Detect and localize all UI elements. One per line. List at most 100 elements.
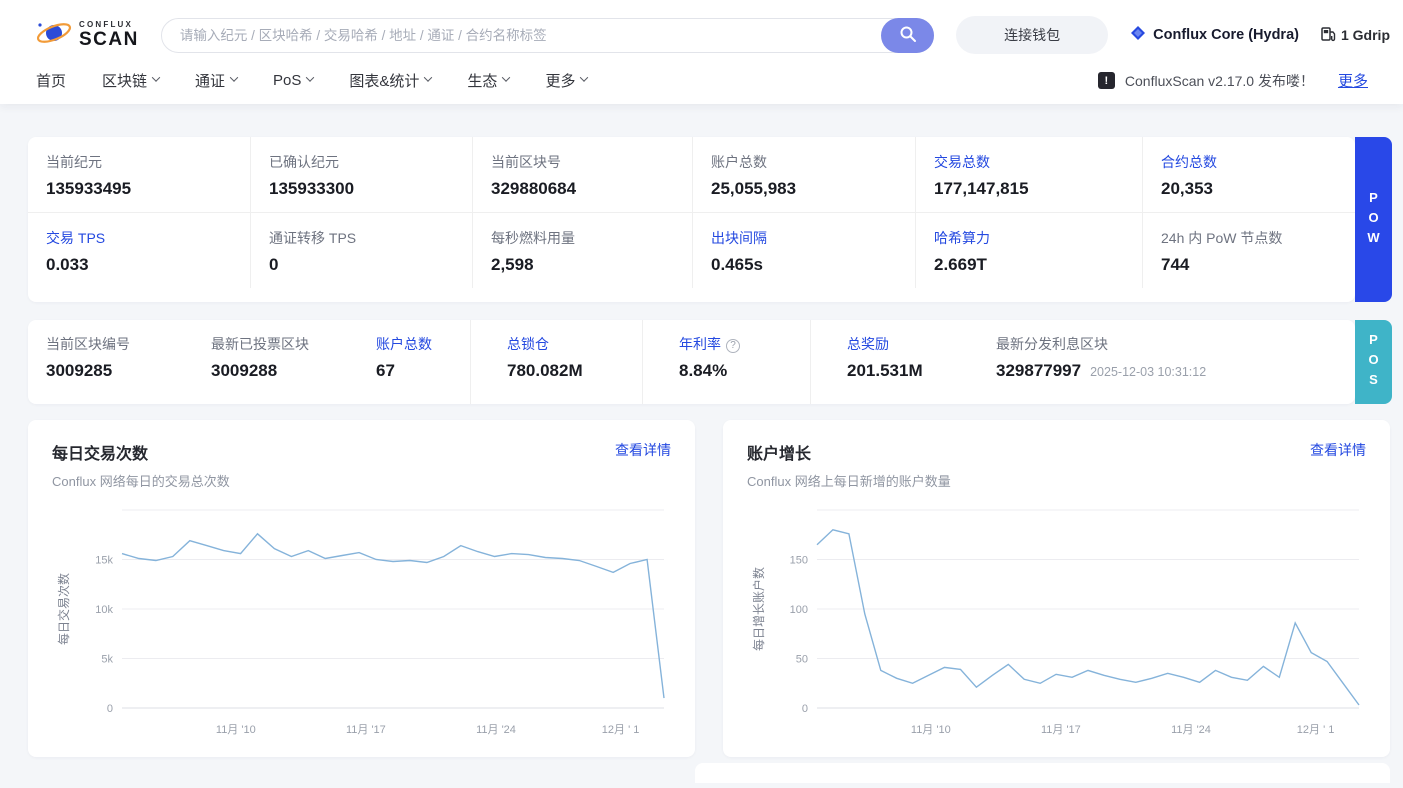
stat-confirmed-epoch: 已确认纪元 135933300 [250, 137, 472, 212]
chart-title: 账户增长 [747, 440, 951, 464]
stat-block-interval: 出块间隔 0.465s [692, 213, 915, 288]
stat-label-link[interactable]: 年利率? [679, 334, 802, 354]
pow-stats-row-2: 交易 TPS 0.033 通证转移 TPS 0 每秒燃料用量 2,598 出块间… [28, 212, 1355, 288]
stat-pos-latest-interest-block: 最新分发利息区块 3298779972025-12-03 10:31:12 [978, 320, 1355, 404]
nav-item-label: 生态 [467, 70, 497, 91]
nav-item-label: 首页 [36, 70, 66, 91]
pow-tab[interactable]: POW [1355, 137, 1392, 302]
svg-text:100: 100 [790, 604, 808, 616]
stat-value: 0.465s [711, 255, 907, 275]
stat-pos-latest-voted-block: 最新已投票区块 3009288 [193, 320, 358, 404]
stat-label-link[interactable]: 出块间隔 [711, 228, 907, 248]
pos-stats-card: 当前区块编号 3009285 最新已投票区块 3009288 账户总数 67 总… [28, 320, 1355, 404]
stat-value: 2,598 [491, 255, 684, 275]
logo-planet-icon [33, 17, 73, 54]
stat-total-transactions: 交易总数 177,147,815 [915, 137, 1142, 212]
account-growth-line-chart: 05010015011月 '1011月 '1711月 '2412月 ' 1每日增… [747, 498, 1366, 753]
stat-label-link[interactable]: 交易 TPS [46, 228, 242, 248]
stat-label-link[interactable]: 合约总数 [1161, 152, 1347, 172]
stat-label-link[interactable]: 总锁仓 [507, 334, 634, 354]
nav-item-more[interactable]: 更多 [545, 70, 587, 91]
stat-value: 20,353 [1161, 179, 1347, 199]
stat-value: 67 [376, 361, 462, 381]
svg-text:每日增长账户数: 每日增长账户数 [751, 567, 766, 651]
nav-item-charts-statistics[interactable]: 图表&统计 [349, 70, 431, 91]
svg-text:0: 0 [107, 703, 113, 715]
account-growth-chart-card: 账户增长 Conflux 网络上每日新增的账户数量 查看详情 050100150… [723, 420, 1390, 757]
stat-value: 0.033 [46, 255, 242, 275]
stat-label: 当前区块号 [491, 152, 684, 172]
stat-value: 3298779972025-12-03 10:31:12 [996, 361, 1347, 381]
gas-price[interactable]: 1 Gdrip [1321, 26, 1390, 45]
daily-transactions-line-chart: 05k10k15k11月 '1011月 '1711月 '2412月 ' 1每日交… [52, 498, 671, 753]
nav-item-ecosystem[interactable]: 生态 [467, 70, 509, 91]
info-icon: ? [726, 339, 740, 353]
stat-value: 744 [1161, 255, 1347, 275]
stat-value: 3009285 [46, 361, 185, 381]
view-details-link[interactable]: 查看详情 [1310, 440, 1366, 460]
svg-text:11月 '24: 11月 '24 [476, 724, 516, 736]
stat-token-transfer-tps: 通证转移 TPS 0 [250, 213, 472, 288]
stat-value: 135933495 [46, 179, 242, 199]
stat-pow-nodes-24h: 24h 内 PoW 节点数 744 [1142, 213, 1355, 288]
stat-value: 329880684 [491, 179, 684, 199]
connect-wallet-button[interactable]: 连接钱包 [956, 16, 1108, 54]
logo[interactable]: CONFLUX SCAN [33, 17, 139, 54]
nav-menu: 首页 区块链 通证 PoS 图表&统计 生态 更多 [36, 70, 587, 91]
stat-label: 最新已投票区块 [211, 334, 350, 354]
search-input[interactable] [161, 18, 934, 53]
stat-label-text: 年利率 [679, 336, 721, 352]
stat-label: 当前区块编号 [46, 334, 185, 354]
chart-header: 每日交易次数 Conflux 网络每日的交易总次数 查看详情 [52, 440, 671, 490]
stat-pos-current-block: 当前区块编号 3009285 [28, 320, 193, 404]
chart-subtitle: Conflux 网络每日的交易总次数 [52, 471, 230, 490]
network-name: Conflux Core (Hydra) [1153, 27, 1299, 43]
search-button[interactable] [881, 18, 934, 53]
svg-text:12月 ' 1: 12月 ' 1 [602, 724, 640, 736]
stat-value: 0 [269, 255, 464, 275]
stat-label-link[interactable]: 账户总数 [376, 334, 462, 354]
chevron-down-icon [580, 73, 588, 81]
announcement-more-link[interactable]: 更多 [1338, 70, 1368, 91]
nav-item-pos[interactable]: PoS [273, 72, 313, 89]
pow-stats-card: 当前纪元 135933495 已确认纪元 135933300 当前区块号 329… [28, 137, 1355, 302]
network-selector[interactable]: Conflux Core (Hydra) [1130, 25, 1299, 45]
stat-label: 24h 内 PoW 节点数 [1161, 228, 1347, 248]
logo-text-bottom: SCAN [79, 30, 139, 49]
stat-value: 780.082M [507, 361, 634, 381]
stat-label: 账户总数 [711, 152, 907, 172]
stat-total-accounts: 账户总数 25,055,983 [692, 137, 915, 212]
network-gem-icon [1130, 25, 1146, 45]
view-details-link[interactable]: 查看详情 [615, 440, 671, 460]
nav-item-home[interactable]: 首页 [36, 70, 66, 91]
stat-label-link[interactable]: 哈希算力 [934, 228, 1134, 248]
pow-section: 当前纪元 135933495 已确认纪元 135933300 当前区块号 329… [28, 137, 1392, 302]
nav-item-tokens[interactable]: 通证 [195, 70, 237, 91]
stat-value: 2.669T [934, 255, 1134, 275]
chevron-down-icon [230, 73, 238, 81]
chart-title: 每日交易次数 [52, 440, 230, 464]
logo-text-top: CONFLUX [79, 21, 139, 29]
stat-current-block-number: 当前区块号 329880684 [472, 137, 692, 212]
chevron-down-icon [152, 73, 160, 81]
nav-item-label: 图表&统计 [349, 70, 419, 91]
pos-tab[interactable]: POS [1355, 320, 1392, 404]
search-bar [161, 18, 934, 53]
svg-text:50: 50 [796, 654, 808, 666]
header: CONFLUX SCAN 连接钱包 [0, 0, 1403, 104]
nav-item-blockchain[interactable]: 区块链 [102, 70, 159, 91]
stat-label-link[interactable]: 总奖励 [847, 334, 970, 354]
nav-item-label: 更多 [545, 70, 575, 91]
stat-pos-total-locked: 总锁仓 780.082M [470, 320, 642, 404]
gas-pump-icon [1321, 26, 1336, 45]
stat-transaction-tps: 交易 TPS 0.033 [28, 213, 250, 288]
main-nav: 首页 区块链 通证 PoS 图表&统计 生态 更多 ! ConfluxScan … [0, 64, 1403, 104]
chevron-down-icon [502, 73, 510, 81]
pos-section: 当前区块编号 3009285 最新已投票区块 3009288 账户总数 67 总… [28, 320, 1392, 404]
svg-text:11月 '17: 11月 '17 [1041, 724, 1081, 736]
top-bar: CONFLUX SCAN 连接钱包 [0, 0, 1403, 64]
svg-text:0: 0 [802, 703, 808, 715]
announcement-text: ConfluxScan v2.17.0 发布喽！ [1125, 71, 1314, 91]
stat-label-link[interactable]: 交易总数 [934, 152, 1134, 172]
stat-value: 8.84% [679, 361, 802, 381]
